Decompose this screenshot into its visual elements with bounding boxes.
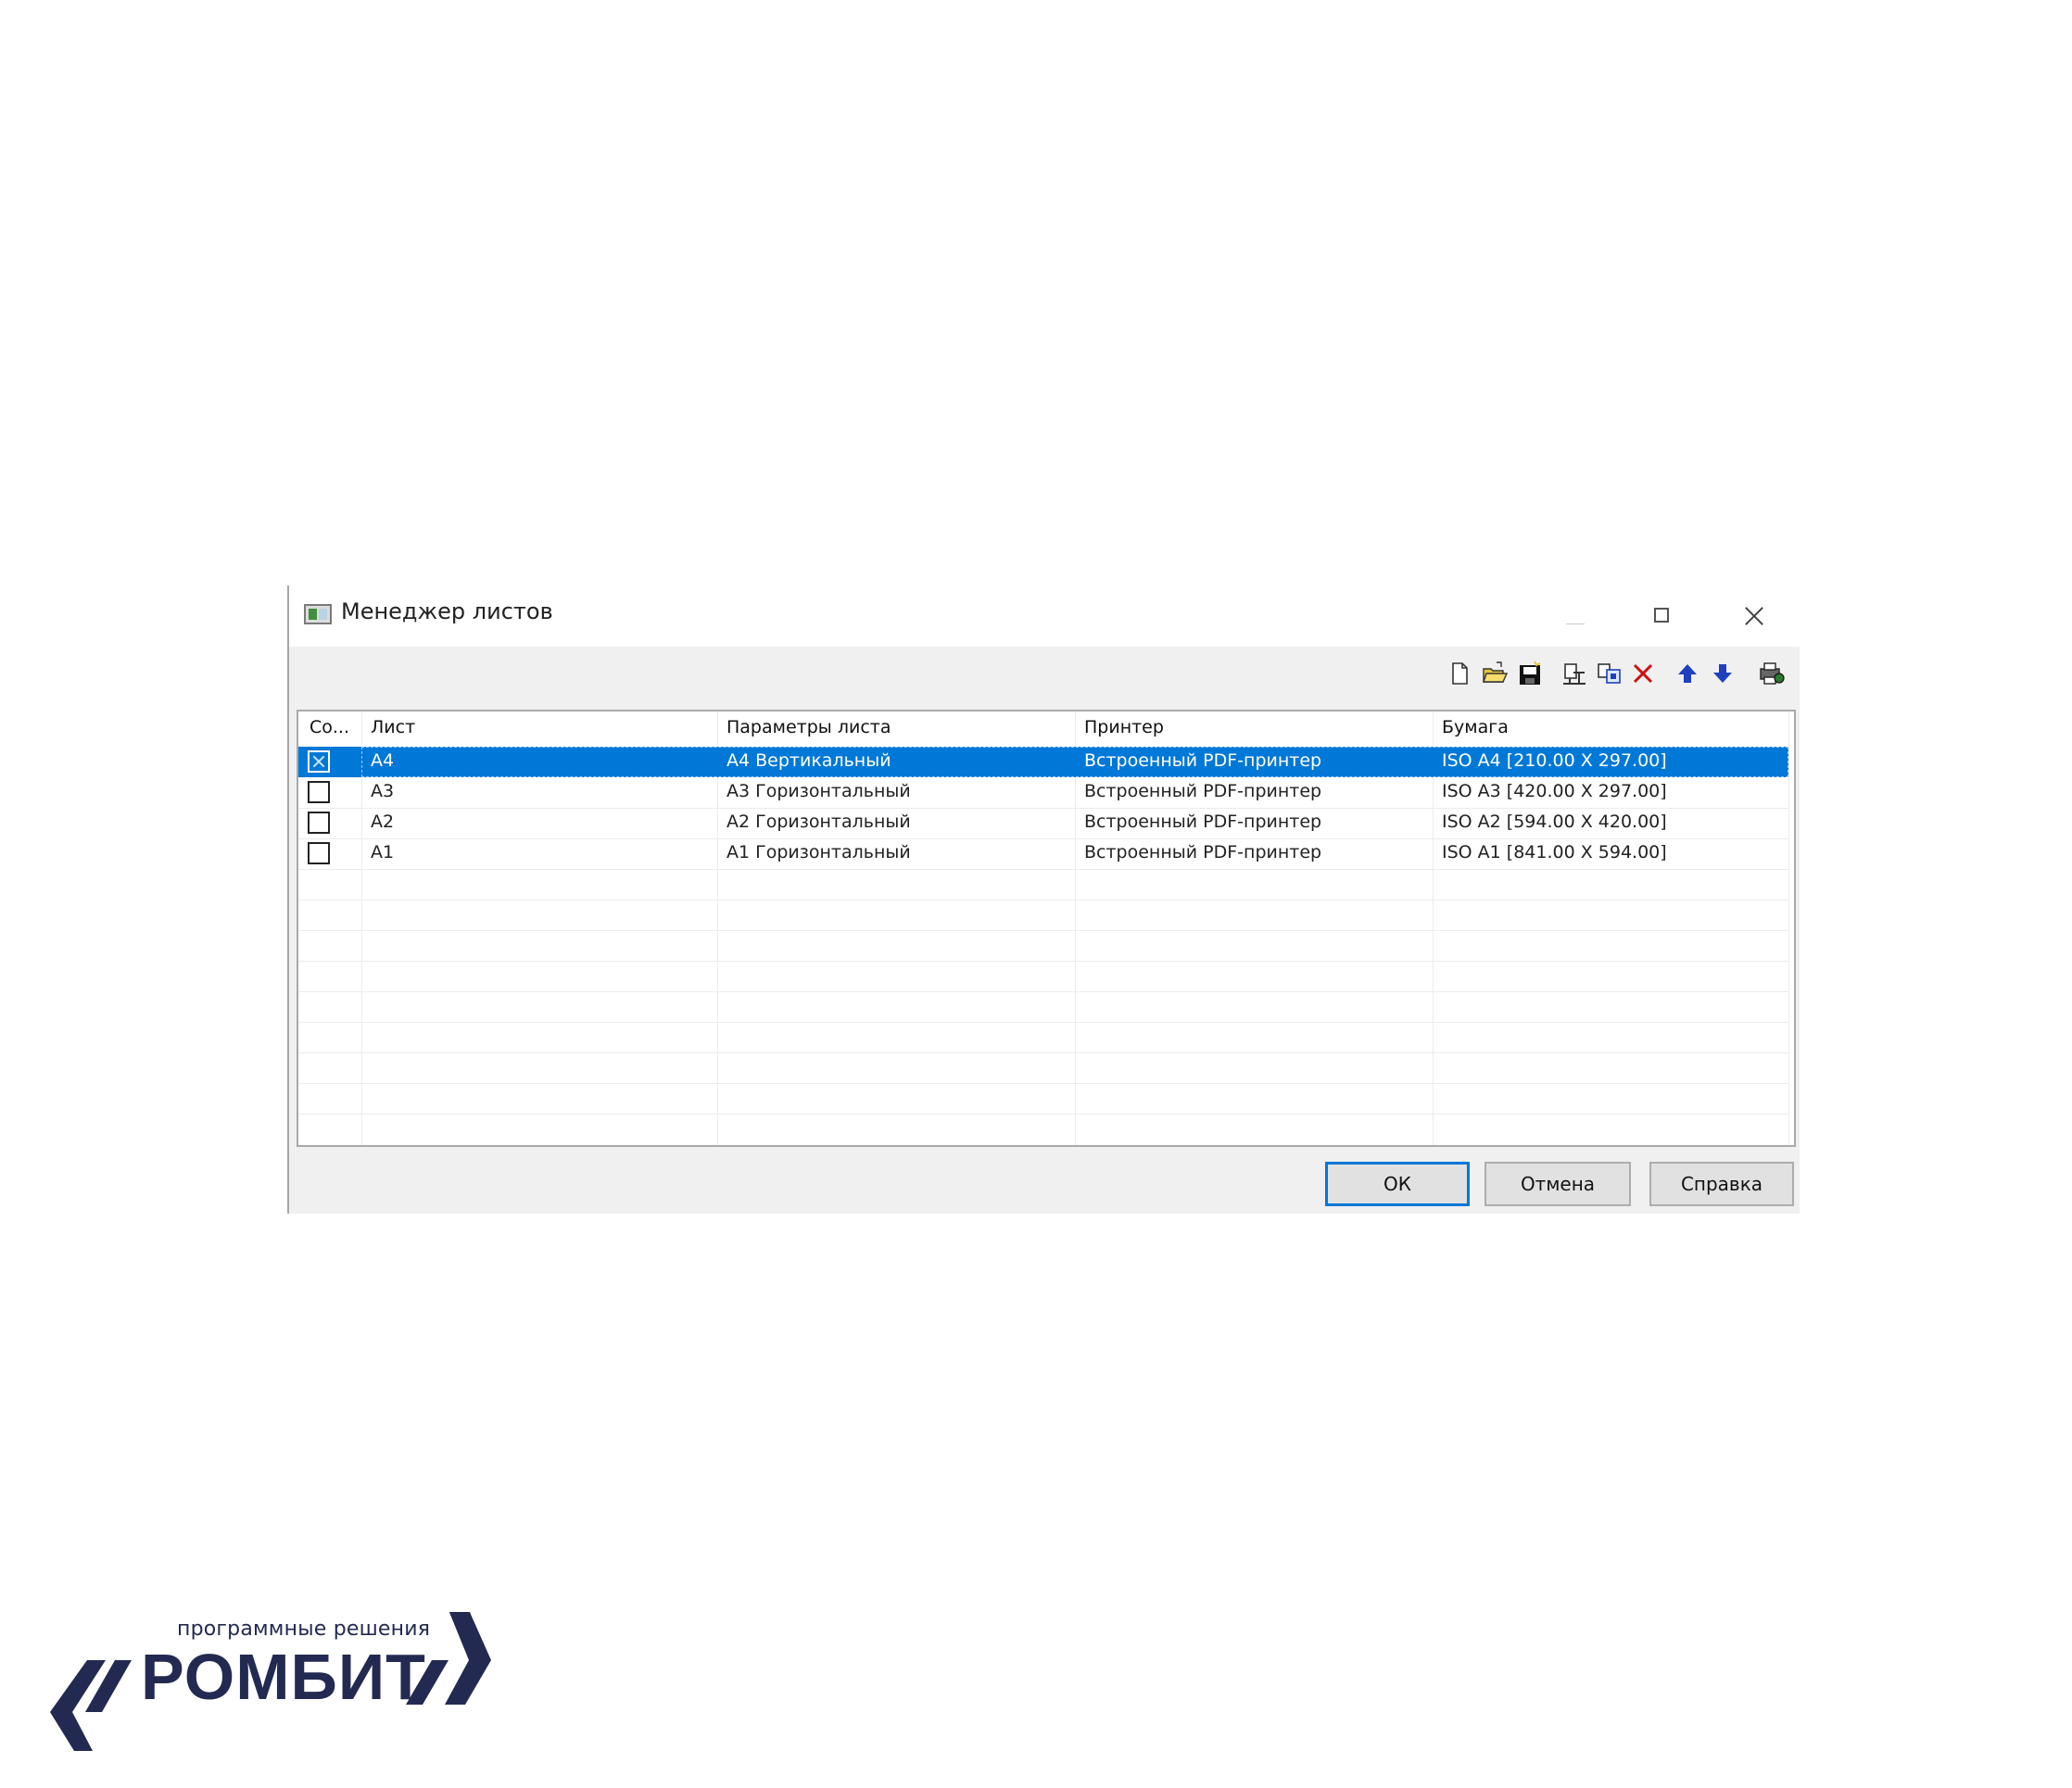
- cell-params: А2 Горизонтальный: [726, 812, 911, 832]
- arrow-down-icon[interactable]: [1709, 660, 1737, 687]
- row-checkbox[interactable]: [308, 842, 330, 864]
- ok-button[interactable]: ОК: [1325, 1162, 1470, 1206]
- delete-icon[interactable]: [1629, 660, 1657, 687]
- help-button[interactable]: Справка: [1649, 1162, 1794, 1206]
- row-divider: [298, 961, 1788, 962]
- copy-icon[interactable]: [1596, 660, 1623, 687]
- logo-wordmark: РОМБИТ: [141, 1641, 426, 1713]
- row-checkbox[interactable]: [308, 750, 330, 773]
- cell-printer: Встроенный PDF-принтер: [1084, 781, 1322, 801]
- column-divider: [1788, 711, 1789, 1145]
- column-header-printer[interactable]: Принтер: [1084, 717, 1164, 737]
- new-icon[interactable]: [1446, 660, 1473, 687]
- table-row[interactable]: А2 А2 Горизонтальный Встроенный PDF-прин…: [298, 808, 1788, 838]
- cell-params: А3 Горизонтальный: [726, 781, 911, 801]
- cell-sheet: А4: [371, 750, 395, 771]
- row-divider: [298, 869, 1788, 870]
- table-row[interactable]: А1 А1 Горизонтальный Встроенный PDF-прин…: [298, 838, 1788, 869]
- table-row[interactable]: А3 А3 Горизонтальный Встроенный PDF-прин…: [298, 777, 1788, 808]
- row-divider: [298, 838, 1788, 839]
- cell-paper: ISO A4 [210.00 X 297.00]: [1442, 750, 1667, 771]
- table-header: Со... Лист Параметры листа Принтер Бумаг…: [298, 711, 1794, 747]
- column-header-sheet[interactable]: Лист: [371, 717, 415, 737]
- cell-sheet: А3: [371, 781, 395, 801]
- window-title: Менеджер листов: [341, 598, 553, 624]
- cell-paper: ISO A3 [420.00 X 297.00]: [1442, 781, 1667, 801]
- close-icon[interactable]: [1725, 593, 1781, 639]
- cell-params: А1 Горизонтальный: [726, 842, 911, 863]
- row-divider: [298, 808, 1788, 809]
- toolbar: [289, 647, 1800, 702]
- column-header-paper[interactable]: Бумага: [1442, 717, 1509, 737]
- cell-paper: ISO A1 [841.00 X 594.00]: [1442, 842, 1667, 863]
- row-divider: [298, 1052, 1788, 1053]
- sheet-manager-dialog: Менеджер листов Со... Лист Параметры лис…: [287, 586, 1800, 1214]
- cell-sheet: А1: [371, 842, 395, 863]
- app-icon: [304, 604, 332, 624]
- printer-settings-icon[interactable]: [1757, 660, 1785, 687]
- row-divider: [298, 1083, 1788, 1084]
- column-header-params[interactable]: Параметры листа: [726, 717, 891, 737]
- row-checkbox[interactable]: [308, 812, 330, 834]
- cell-params: А4 Вертикальный: [726, 750, 891, 771]
- cell-printer: Встроенный PDF-принтер: [1084, 842, 1322, 863]
- rombit-logo: программные решения РОМБИТ: [50, 1612, 495, 1751]
- title-bar[interactable]: Менеджер листов: [289, 586, 1800, 647]
- row-divider: [298, 991, 1788, 992]
- logo-tagline: программные решения: [177, 1618, 431, 1641]
- column-header-selected[interactable]: Со...: [310, 717, 349, 737]
- cell-printer: Встроенный PDF-принтер: [1084, 812, 1322, 832]
- import-icon[interactable]: [1560, 660, 1588, 687]
- row-checkbox[interactable]: [308, 781, 330, 803]
- cell-printer: Встроенный PDF-принтер: [1084, 750, 1322, 771]
- save-icon[interactable]: [1516, 660, 1544, 687]
- sheets-table: Со... Лист Параметры листа Принтер Бумаг…: [297, 710, 1796, 1147]
- row-divider: [298, 930, 1788, 931]
- cell-sheet: А2: [371, 812, 395, 832]
- open-folder-icon[interactable]: [1481, 660, 1509, 687]
- maximize-icon[interactable]: [1635, 593, 1690, 639]
- cancel-button[interactable]: Отмена: [1485, 1162, 1631, 1206]
- minimize-icon[interactable]: [1548, 593, 1603, 639]
- row-divider: [298, 1022, 1788, 1023]
- table-row[interactable]: А4 А4 Вертикальный Встроенный PDF-принте…: [298, 747, 1788, 777]
- cell-paper: ISO A2 [594.00 X 420.00]: [1442, 812, 1667, 832]
- arrow-up-icon[interactable]: [1674, 660, 1701, 687]
